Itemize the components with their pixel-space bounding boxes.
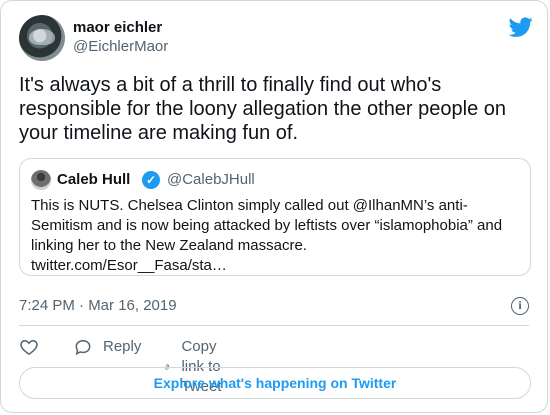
quoted-tweet-body: This is NUTS. Chelsea Clinton simply cal… [31,197,503,254]
quoted-tweet-text: This is NUTS. Chelsea Clinton simply cal… [31,196,523,276]
tweet-timestamp[interactable]: 7:24 PM · Mar 16, 2019 [19,297,177,315]
explore-button[interactable]: Explore what's happening on Twitter [19,367,531,399]
reply-icon [75,339,91,356]
like-button[interactable] [19,337,39,357]
author-name[interactable]: maor eichler [73,19,162,37]
author-handle[interactable]: @EichlerMaor [73,38,168,56]
tweet-text: It's always a bit of a thrill to finally… [19,74,507,144]
quoted-tweet[interactable]: Caleb Hull ✓ @CalebJHull This is NUTS. C… [19,158,531,276]
quoted-author-handle: @CalebJHull [167,171,255,188]
quoted-author-avatar [31,170,51,190]
author-avatar[interactable] [19,15,65,61]
quoted-author-name: Caleb Hull [57,171,131,188]
divider [19,325,529,326]
info-icon[interactable]: i [511,297,529,315]
verified-badge-icon: ✓ [142,171,160,189]
reply-label: Reply [103,338,142,355]
reply-button[interactable]: Reply [73,337,141,357]
tweet-card: maor eichler @EichlerMaor It's always a … [0,0,548,413]
twitter-bird-icon[interactable] [509,15,533,39]
quoted-tweet-link[interactable]: twitter.com/Esor__Fasa/sta… [31,257,227,274]
heart-icon [20,339,38,355]
